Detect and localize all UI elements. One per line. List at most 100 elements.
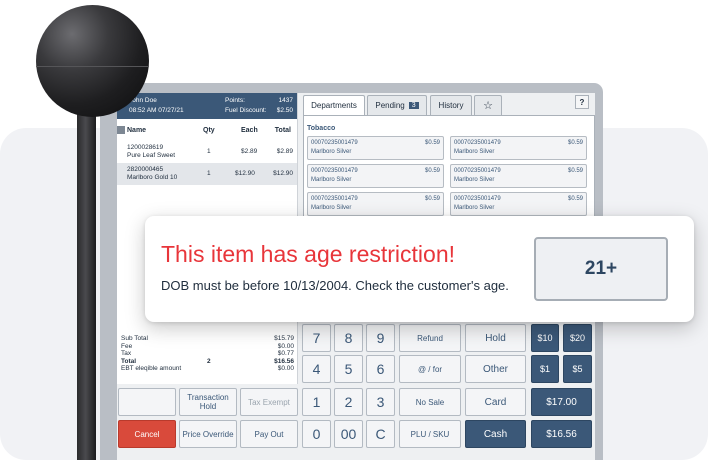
ticket-line-code: 1200028619 xyxy=(127,144,164,151)
tax-exempt-button[interactable]: Tax Exempt xyxy=(240,388,298,416)
item-price: $0.59 xyxy=(567,196,583,202)
ebt-value: $0.00 xyxy=(277,365,294,372)
quick-cash-exact-total[interactable]: $16.56 xyxy=(531,420,592,448)
pole-display-stand xyxy=(77,85,96,460)
plu-sku-button[interactable]: PLU / SKU xyxy=(399,420,461,448)
tab-departments-label: Departments xyxy=(311,101,357,110)
column-qty: Qty xyxy=(203,127,215,134)
item-price: $0.59 xyxy=(567,168,583,174)
item-name: Marlboro Silver xyxy=(311,149,352,155)
key-0[interactable]: 0 xyxy=(302,420,331,448)
fee-value: $0.00 xyxy=(277,342,294,350)
column-name: Name xyxy=(127,127,147,134)
key-8[interactable]: 8 xyxy=(334,324,363,352)
card-tender-button[interactable]: Card xyxy=(465,388,526,416)
total-qty: 2 xyxy=(207,357,211,365)
item-code: 00070235001479 xyxy=(454,140,501,146)
select-all-marker[interactable] xyxy=(117,126,125,134)
fuel-discount-label: Fuel Discount: xyxy=(225,107,267,114)
other-tender-button[interactable]: Other xyxy=(465,355,526,383)
tab-history-label: History xyxy=(438,101,464,110)
ticket-line-total: $2.89 xyxy=(276,148,293,155)
quick-cash-10[interactable]: $10 xyxy=(531,324,559,352)
key-5[interactable]: 5 xyxy=(334,355,363,383)
column-each: Each xyxy=(241,127,258,134)
ticket-line-qty: 1 xyxy=(207,148,211,155)
cash-tender-button[interactable]: Cash xyxy=(465,420,526,448)
tab-bar: Departments Pending 3 History ☆ ? xyxy=(303,93,595,115)
ticket-line-desc: 2820000465 Marlboro Gold 10 xyxy=(127,166,177,182)
key-00[interactable]: 00 xyxy=(334,420,363,448)
quick-cash-5[interactable]: $5 xyxy=(563,355,592,383)
item-price: $0.59 xyxy=(424,168,440,174)
department-item[interactable]: 00070235001479 $0.59 Marlboro Silver xyxy=(307,192,444,216)
total-label: Total xyxy=(121,357,137,365)
price-override-button[interactable]: Price Override xyxy=(179,420,237,448)
at-for-button[interactable]: @ / for xyxy=(399,355,461,383)
points-value: 1437 xyxy=(278,97,293,104)
hold-button[interactable]: Hold xyxy=(465,324,526,352)
cancel-button[interactable]: Cancel xyxy=(118,420,176,448)
tab-history[interactable]: History xyxy=(430,95,472,115)
dialog-title: This item has age restriction! xyxy=(161,241,456,267)
ticket-line-desc: 1200028619 Pure Leaf Sweet xyxy=(127,144,175,160)
item-price: $0.59 xyxy=(424,140,440,146)
item-code: 00070235001479 xyxy=(311,196,358,202)
pending-count-badge: 3 xyxy=(408,102,419,109)
item-name: Marlboro Silver xyxy=(454,205,495,211)
key-7[interactable]: 7 xyxy=(302,324,331,352)
key-2[interactable]: 2 xyxy=(334,388,363,416)
blank-action-button[interactable] xyxy=(118,388,176,416)
key-6[interactable]: 6 xyxy=(366,355,395,383)
key-4[interactable]: 4 xyxy=(302,355,331,383)
item-code: 00070235001479 xyxy=(311,140,358,146)
ticket-line-total: $12.90 xyxy=(273,170,293,177)
quick-cash-1[interactable]: $1 xyxy=(531,355,559,383)
fuel-discount-value: $2.50 xyxy=(276,107,293,114)
question-icon: ? xyxy=(579,97,585,107)
pay-out-button[interactable]: Pay Out xyxy=(240,420,298,448)
ticket-line[interactable]: 1200028619 Pure Leaf Sweet 1 $2.89 $2.89 xyxy=(117,141,297,163)
pos-scene: John Doe 08:52 AM 07/27/21 Points: Fuel … xyxy=(0,0,708,460)
key-1[interactable]: 1 xyxy=(302,388,331,416)
fee-label: Fee xyxy=(121,342,133,350)
ticket-line-each: $2.89 xyxy=(241,148,258,155)
tax-label: Tax xyxy=(121,350,132,357)
tab-pending-label: Pending xyxy=(375,101,405,110)
tab-departments[interactable]: Departments xyxy=(303,95,365,115)
quick-cash-exact-17[interactable]: $17.00 xyxy=(531,388,592,416)
customer-display-dome xyxy=(36,5,149,117)
department-item[interactable]: 00070235001479 $0.59 Marlboro Silver xyxy=(450,192,587,216)
no-sale-button[interactable]: No Sale xyxy=(399,388,461,416)
department-item[interactable]: 00070235001479 $0.59 Marlboro Silver xyxy=(450,164,587,188)
department-title: Tobacco xyxy=(307,125,336,132)
refund-button[interactable]: Refund xyxy=(399,324,461,352)
department-item[interactable]: 00070235001479 $0.59 Marlboro Silver xyxy=(450,136,587,160)
department-item[interactable]: 00070235001479 $0.59 Marlboro Silver xyxy=(307,136,444,160)
age-confirm-button[interactable]: 21+ xyxy=(534,237,668,301)
ticket-line-code: 2820000465 xyxy=(127,166,164,173)
ticket-line[interactable]: 2820000465 Marlboro Gold 10 1 $12.90 $12… xyxy=(117,163,297,185)
key-clear[interactable]: C xyxy=(366,420,395,448)
dome-seam xyxy=(36,66,149,67)
item-name: Marlboro Silver xyxy=(311,205,352,211)
transaction-hold-button[interactable]: Transaction Hold xyxy=(179,388,237,416)
tab-favorites[interactable]: ☆ xyxy=(474,95,502,115)
help-button[interactable]: ? xyxy=(575,95,589,109)
key-9[interactable]: 9 xyxy=(366,324,395,352)
item-code: 00070235001479 xyxy=(454,168,501,174)
item-name: Marlboro Silver xyxy=(454,177,495,183)
subtotal-label: Sub Total xyxy=(121,335,148,342)
key-3[interactable]: 3 xyxy=(366,388,395,416)
dialog-message: DOB must be before 10/13/2004. Check the… xyxy=(161,278,509,293)
ticket-line-name: Marlboro Gold 10 xyxy=(127,174,178,181)
department-item[interactable]: 00070235001479 $0.59 Marlboro Silver xyxy=(307,164,444,188)
points-label: Points: xyxy=(225,97,245,104)
ticket-line-each: $12.90 xyxy=(235,170,255,177)
subtotal-value: $15.79 xyxy=(274,335,294,342)
tab-pending[interactable]: Pending 3 xyxy=(367,95,427,115)
quick-cash-20[interactable]: $20 xyxy=(563,324,592,352)
item-name: Marlboro Silver xyxy=(311,177,352,183)
ticket-column-headers: Name Qty Each Total xyxy=(117,119,297,141)
customer-bar: John Doe 08:52 AM 07/27/21 Points: Fuel … xyxy=(117,93,297,119)
